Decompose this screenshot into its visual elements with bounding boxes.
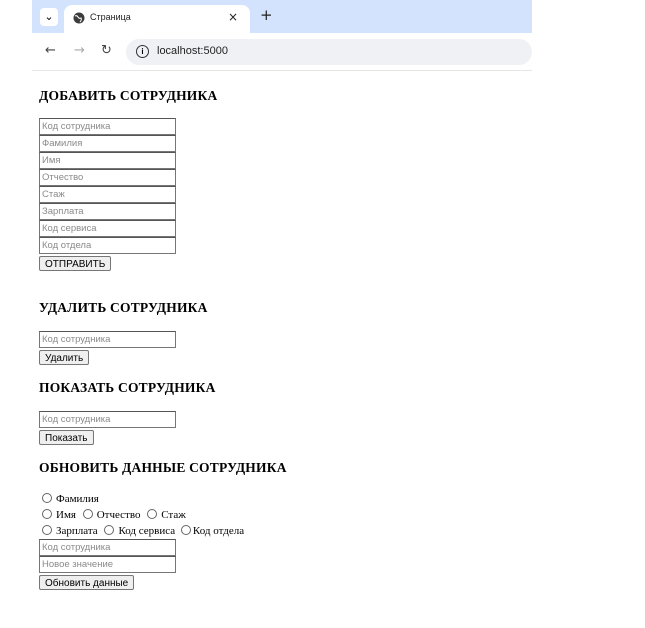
- radio-department-code[interactable]: [180, 525, 191, 536]
- back-arrow-icon[interactable]: ←: [45, 43, 56, 58]
- radio-patronymic[interactable]: [82, 509, 93, 520]
- patronymic-field[interactable]: [39, 169, 176, 186]
- update-employee-id-field[interactable]: [39, 539, 176, 556]
- show-employee-section: ПОКАЗАТЬ СОТРУДНИКА Показать: [39, 380, 216, 446]
- delete-employee-id-field[interactable]: [39, 331, 176, 348]
- radio-last-name[interactable]: [42, 493, 52, 504]
- radio-label-department-code: Код отдела: [192, 525, 245, 537]
- radio-first-name[interactable]: [42, 509, 52, 520]
- new-value-field[interactable]: [39, 556, 176, 573]
- radio-label-patronymic: Отчество: [96, 509, 141, 521]
- department-code-field[interactable]: [39, 237, 176, 254]
- radio-row: Зарплата Код сервиса Код отдела: [39, 523, 287, 539]
- delete-button[interactable]: Удалить: [39, 350, 90, 365]
- radio-label-salary: Зарплата: [56, 525, 98, 537]
- employee-id-field[interactable]: [39, 118, 176, 135]
- show-employee-id-field[interactable]: [39, 411, 176, 428]
- first-name-field[interactable]: [39, 152, 176, 169]
- radio-salary[interactable]: [42, 525, 52, 536]
- delete-employee-section: УДАЛИТЬ СОТРУДНИКА Удалить: [39, 300, 208, 366]
- salary-field[interactable]: [39, 203, 176, 220]
- update-button[interactable]: Обновить данные: [39, 575, 135, 590]
- reload-icon[interactable]: ↻: [101, 43, 112, 58]
- show-button[interactable]: Показать: [39, 430, 94, 445]
- show-employee-title: ПОКАЗАТЬ СОТРУДНИКА: [39, 380, 216, 395]
- delete-employee-title: УДАЛИТЬ СОТРУДНИКА: [39, 300, 208, 315]
- update-employee-form: Фамилия Имя Отчество Стаж Зарплата Код с…: [39, 491, 287, 591]
- tab-close-icon[interactable]: ×: [228, 10, 238, 24]
- radio-row: Имя Отчество Стаж: [39, 507, 287, 523]
- add-employee-form: ОТПРАВИТЬ: [39, 118, 217, 272]
- submit-button[interactable]: ОТПРАВИТЬ: [39, 256, 112, 271]
- radio-label-experience: Стаж: [161, 509, 186, 521]
- chevron-down-icon[interactable]: ⌄: [40, 8, 58, 26]
- url-text[interactable]: localhost:5000: [157, 45, 228, 57]
- radio-row: Фамилия: [39, 491, 287, 507]
- forward-arrow-icon[interactable]: →: [74, 43, 85, 58]
- experience-field[interactable]: [39, 186, 176, 203]
- last-name-field[interactable]: [39, 135, 176, 152]
- delete-employee-form: Удалить: [39, 331, 208, 366]
- address-bar[interactable]: i localhost:5000: [126, 39, 532, 65]
- globe-icon: [73, 12, 85, 24]
- update-employee-title: ОБНОВИТЬ ДАННЫЕ СОТРУДНИКА: [39, 460, 287, 475]
- update-employee-section: ОБНОВИТЬ ДАННЫЕ СОТРУДНИКА Фамилия Имя О…: [39, 460, 287, 591]
- add-employee-section: ДОБАВИТЬ СОТРУДНИКА ОТПРАВИТЬ: [39, 88, 217, 272]
- radio-label-first-name: Имя: [56, 509, 76, 521]
- radio-label-last-name: Фамилия: [56, 493, 99, 505]
- add-employee-title: ДОБАВИТЬ СОТРУДНИКА: [39, 88, 218, 103]
- tab-title: Страница: [90, 12, 131, 22]
- browser-chrome: ⌄ Страница × + ← → ↻ i localhost:5000: [32, 0, 532, 71]
- show-employee-form: Показать: [39, 411, 216, 446]
- browser-toolbar: ← → ↻ i localhost:5000: [32, 33, 532, 71]
- radio-experience[interactable]: [147, 509, 158, 520]
- new-tab-button[interactable]: +: [260, 6, 273, 24]
- service-code-field[interactable]: [39, 220, 176, 237]
- radio-service-code[interactable]: [104, 525, 115, 536]
- tab-strip: ⌄ Страница × +: [32, 0, 532, 33]
- tab-active[interactable]: Страница ×: [64, 5, 250, 33]
- info-icon[interactable]: i: [136, 45, 149, 58]
- radio-label-service-code: Код сервиса: [118, 525, 176, 537]
